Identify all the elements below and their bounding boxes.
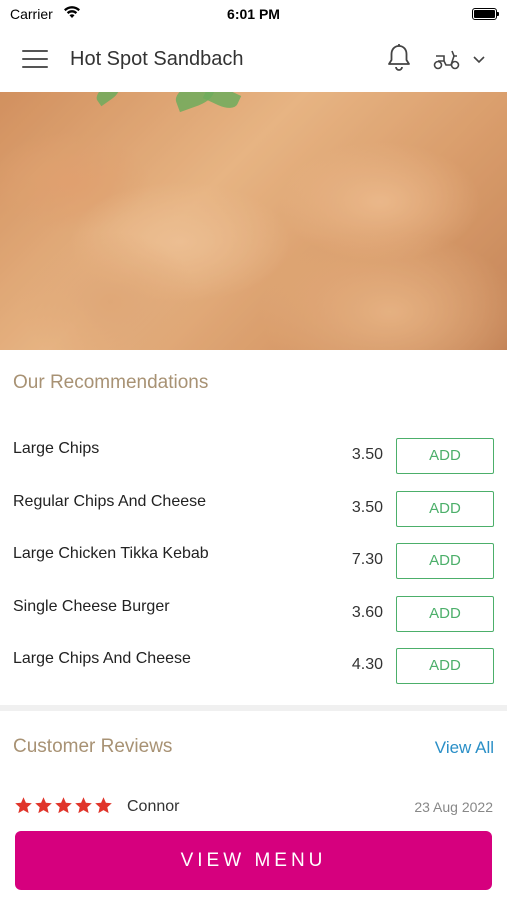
- delivery-scooter-icon[interactable]: [432, 47, 462, 71]
- list-item: Large Chips 3.50 ADD: [0, 430, 507, 483]
- battery-icon: [472, 8, 499, 20]
- notification-bell-icon[interactable]: [386, 43, 412, 73]
- item-price: 3.50: [351, 498, 383, 516]
- star-icon: [55, 797, 72, 814]
- app-header: Hot Spot Sandbach: [0, 28, 507, 92]
- item-price: 3.50: [351, 446, 383, 463]
- star-icon: [95, 797, 112, 814]
- hamburger-menu-icon[interactable]: [22, 50, 48, 70]
- item-name: Single Cheese Burger: [13, 597, 170, 615]
- page-title: Hot Spot Sandbach: [70, 48, 244, 70]
- view-all-reviews-link[interactable]: View All: [435, 738, 494, 758]
- reviewer-name: Connor: [127, 798, 180, 815]
- add-button[interactable]: ADD: [396, 490, 494, 527]
- recommendations-list: Large Chips 3.50 ADD Regular Chips And C…: [0, 430, 507, 693]
- list-item: Large Chicken Tikka Kebab 7.30 ADD: [0, 535, 507, 588]
- list-item: Large Chips And Cheese 4.30 ADD: [0, 640, 507, 693]
- item-price: 7.30: [351, 551, 383, 568]
- list-item: Regular Chips And Cheese 3.50 ADD: [0, 483, 507, 536]
- status-time: 6:01 PM: [227, 6, 280, 22]
- star-icon: [75, 797, 92, 814]
- add-button[interactable]: ADD: [396, 648, 494, 684]
- item-name: Large Chips And Cheese: [13, 650, 191, 667]
- reviews-heading: Customer Reviews: [13, 736, 173, 757]
- view-menu-button[interactable]: VIEW MENU: [15, 831, 492, 890]
- list-item: Single Cheese Burger 3.60 ADD: [0, 588, 507, 641]
- recommendations-heading: Our Recommendations: [13, 372, 209, 393]
- hero-food-image: [0, 92, 507, 350]
- item-name: Large Chips: [13, 440, 100, 457]
- item-price: 4.30: [351, 656, 383, 673]
- star-icon: [35, 797, 52, 814]
- add-button[interactable]: ADD: [396, 595, 494, 632]
- add-button[interactable]: ADD: [396, 543, 494, 579]
- star-icon: [15, 797, 32, 814]
- item-name: Large Chicken Tikka Kebab: [13, 545, 209, 562]
- section-divider: [0, 705, 507, 711]
- review-date: 23 Aug 2022: [414, 799, 493, 815]
- item-price: 3.60: [351, 603, 383, 621]
- chevron-down-icon[interactable]: [472, 53, 486, 65]
- status-bar: Carrier 6:01 PM: [0, 0, 507, 28]
- star-rating: [14, 796, 114, 818]
- item-name: Regular Chips And Cheese: [13, 492, 207, 510]
- add-button[interactable]: ADD: [396, 438, 494, 474]
